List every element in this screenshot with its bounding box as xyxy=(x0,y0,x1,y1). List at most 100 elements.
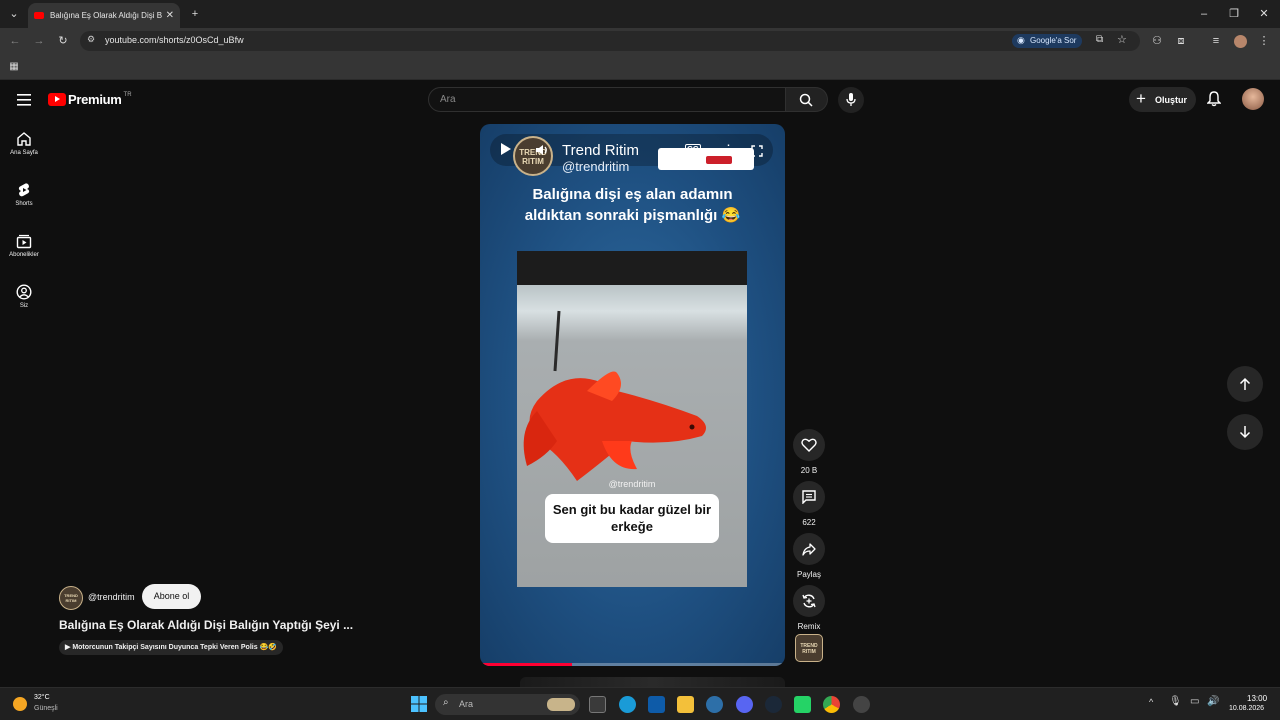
account-avatar[interactable] xyxy=(1242,88,1264,110)
remix-label: Remix xyxy=(797,622,821,631)
fish-video-clip: @trendritim Sen git bu kadar güzel bir e… xyxy=(517,251,747,587)
sidebar-item-home[interactable]: Ana Sayfa xyxy=(0,131,48,156)
previous-short-button[interactable] xyxy=(1227,366,1263,402)
back-icon[interactable]: ← xyxy=(7,33,23,49)
youtube-play-icon xyxy=(48,93,66,106)
related-video-chip[interactable]: ▶ Motorcunun Takipçi Sayısını Duyunca Te… xyxy=(59,640,283,655)
share-button[interactable]: Paylaş xyxy=(792,533,826,579)
apps-grid-icon[interactable]: ▦ xyxy=(6,59,22,75)
more-options-icon[interactable]: ⋮ xyxy=(722,142,735,158)
taskbar-search-box[interactable]: ⌕ Ara xyxy=(435,694,580,715)
reload-icon[interactable]: ↻ xyxy=(55,33,71,49)
audio-track-thumbnail[interactable]: TREND RITIM xyxy=(795,634,823,662)
browser-tab[interactable]: Balığına Eş Olarak Aldığı Dişi Ba ✕ xyxy=(28,3,180,28)
url-text: youtube.com/shorts/z0OsCd_uBfw xyxy=(105,35,244,45)
search-button[interactable] xyxy=(786,87,828,112)
next-short-preview[interactable] xyxy=(520,677,785,687)
volume-tray-icon[interactable]: 🔊 xyxy=(1207,696,1219,707)
minimize-icon[interactable]: – xyxy=(1196,6,1212,22)
search-input[interactable] xyxy=(440,94,760,105)
video-title[interactable]: Balığına Eş Olarak Aldığı Dişi Balığın Y… xyxy=(59,618,353,632)
store-icon[interactable] xyxy=(648,696,665,713)
windows-start-icon[interactable] xyxy=(411,696,427,717)
sidebar-label-home: Ana Sayfa xyxy=(10,150,38,156)
settings-app-icon[interactable] xyxy=(706,696,723,713)
arrow-down-icon xyxy=(1239,426,1251,439)
weather-temp: 32°C xyxy=(34,694,50,701)
notifications-bell-icon[interactable] xyxy=(1206,91,1222,112)
extensions-icon[interactable]: ⧈ xyxy=(1173,33,1189,49)
address-bar[interactable]: ⚙ youtube.com/shorts/z0OsCd_uBfw ◉ Googl… xyxy=(80,31,1140,51)
task-view-icon[interactable] xyxy=(589,696,606,713)
window-close-icon[interactable]: ✕ xyxy=(1256,6,1272,22)
like-button[interactable]: 20 B xyxy=(792,429,826,475)
forward-icon[interactable]: → xyxy=(31,33,47,49)
sidebar-label-subscriptions: Abonelikler xyxy=(9,252,39,258)
logo-region: TR xyxy=(123,91,132,98)
video-watermark: @trendritim xyxy=(608,479,656,489)
show-hidden-icons[interactable]: ^ xyxy=(1149,697,1153,707)
chrome-icon[interactable] xyxy=(823,696,840,713)
weather-sun-icon[interactable] xyxy=(13,697,27,711)
app-icon[interactable] xyxy=(853,696,870,713)
play-icon[interactable] xyxy=(500,142,512,161)
captions-cc-icon[interactable]: CC xyxy=(685,144,701,155)
voice-search-button[interactable] xyxy=(838,87,864,113)
you-icon xyxy=(16,284,32,300)
sidebar-label-shorts: Shorts xyxy=(15,201,33,207)
sidebar-item-you[interactable]: Siz xyxy=(0,284,48,309)
remix-button[interactable]: Remix xyxy=(792,585,826,631)
plus-icon: + xyxy=(1136,89,1146,108)
sidebar-item-subscriptions[interactable]: Abonelikler xyxy=(0,233,48,258)
sidebar-item-shorts[interactable]: Shorts xyxy=(0,182,48,207)
clock-time[interactable]: 13:00 xyxy=(1247,694,1267,703)
ask-google-button[interactable]: ◉ Google'a Sor xyxy=(1012,34,1083,48)
profile-avatar[interactable] xyxy=(1234,35,1247,48)
fullscreen-icon[interactable] xyxy=(751,144,763,162)
whatsapp-icon[interactable] xyxy=(794,696,811,713)
video-progress-fill xyxy=(480,663,572,666)
file-explorer-icon[interactable] xyxy=(677,696,694,713)
youtube-page: Premium TR + Oluştur Ana Sayfa Shorts Ab… xyxy=(0,81,1280,687)
volume-icon[interactable] xyxy=(535,143,549,161)
share-icon xyxy=(802,542,816,556)
create-button[interactable]: + Oluştur xyxy=(1129,87,1196,112)
arrow-up-icon xyxy=(1239,377,1251,390)
heart-icon xyxy=(801,438,817,452)
tab-close-icon[interactable]: ✕ xyxy=(166,10,174,21)
restore-icon[interactable]: ❐ xyxy=(1226,6,1242,22)
overlay-channel-handle: @trendritim xyxy=(562,159,630,174)
youtube-logo[interactable]: Premium TR xyxy=(48,92,132,107)
bookmark-star-icon[interactable]: ☆ xyxy=(1117,33,1127,46)
next-short-button[interactable] xyxy=(1227,414,1263,450)
media-control-icon[interactable]: ≡ xyxy=(1208,33,1224,49)
comment-count: 622 xyxy=(802,518,816,527)
tab-search-icon[interactable]: ⌄ xyxy=(6,6,22,22)
discord-icon[interactable] xyxy=(736,696,753,713)
home-icon xyxy=(17,132,31,146)
microphone-tray-icon[interactable]: 🎙 xyxy=(1169,696,1182,707)
channel-avatar[interactable]: TREND RITIM xyxy=(59,586,83,610)
subscribe-button[interactable]: Abone ol xyxy=(142,584,201,609)
steam-icon[interactable] xyxy=(765,696,782,713)
windows-taskbar: 32°C Güneşli ⌕ Ara ^ 🎙 ▭ 🔊 13:00 10.08.2… xyxy=(0,687,1280,720)
extension-puzzle-icon[interactable]: ⚇ xyxy=(1149,33,1165,49)
shorts-icon xyxy=(18,183,30,197)
channel-handle[interactable]: @trendritim xyxy=(88,592,135,602)
clock-date[interactable]: 10.08.2026 xyxy=(1229,705,1264,712)
install-app-icon[interactable]: ⧉ xyxy=(1096,34,1103,45)
shorts-video-player[interactable]: TREND RITIM Trend Ritim @trendritim CC ⋮… xyxy=(480,124,785,666)
chrome-menu-icon[interactable]: ⋮ xyxy=(1256,33,1272,49)
video-progress-bar[interactable] xyxy=(480,663,785,666)
bookmarks-bar: ▦ xyxy=(0,54,1280,80)
comments-button[interactable]: 622 xyxy=(792,481,826,527)
search-icon xyxy=(799,93,813,107)
new-tab-icon[interactable]: + xyxy=(187,6,203,22)
network-icon[interactable]: ▭ xyxy=(1190,696,1199,707)
site-info-icon[interactable]: ⚙ xyxy=(87,34,95,45)
search-highlight-icon xyxy=(547,698,575,711)
hamburger-menu-icon[interactable] xyxy=(17,93,31,111)
remix-icon xyxy=(802,594,816,608)
sidebar-label-you: Siz xyxy=(19,303,29,309)
edge-browser-icon[interactable] xyxy=(619,696,636,713)
